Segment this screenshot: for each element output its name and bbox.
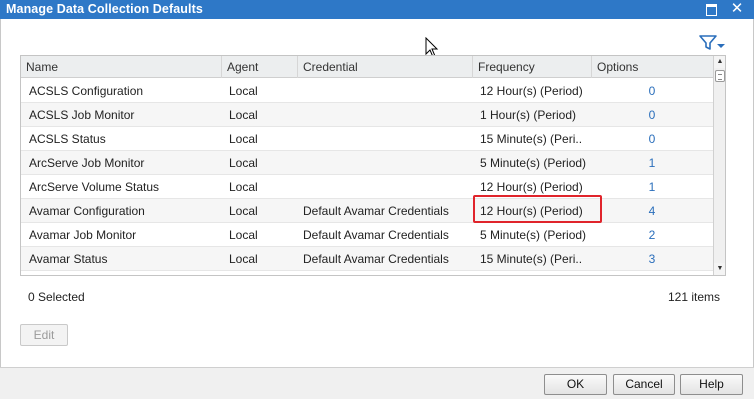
cell-credential: Default Avamar Credentials: [303, 252, 449, 266]
column-header-name[interactable]: Name: [21, 56, 222, 78]
cell-agent: Local: [229, 156, 258, 170]
item-count: 121 items: [667, 290, 720, 304]
cell-frequency: 12 Hour(s) (Period): [480, 204, 583, 218]
ok-button[interactable]: OK: [544, 374, 607, 395]
title-bar: Manage Data Collection Defaults ✕: [0, 0, 754, 19]
cell-credential: Default Avamar Credentials: [303, 228, 449, 242]
cell-agent: Local: [229, 180, 258, 194]
table-row[interactable]: ArcServe Volume Status Local 12 Hour(s) …: [21, 175, 713, 199]
dialog-button-bar: OK Cancel Help: [0, 367, 754, 399]
cell-agent: Local: [229, 228, 258, 242]
cell-options-link[interactable]: 4: [597, 199, 707, 223]
cell-frequency: 5 Minute(s) (Period): [480, 156, 587, 170]
cell-name: ArcServe Volume Status: [29, 180, 160, 194]
cell-name: Avamar Job Monitor: [29, 228, 137, 242]
window-title: Manage Data Collection Defaults: [6, 2, 203, 16]
cell-frequency: 15 Minute(s) (Peri..: [480, 132, 583, 146]
cell-frequency: 12 Hour(s) (Period): [480, 84, 583, 98]
column-header-agent[interactable]: Agent: [222, 56, 298, 78]
edit-button[interactable]: Edit: [20, 324, 68, 346]
cell-options-link[interactable]: 1: [597, 151, 707, 175]
cell-options-link[interactable]: 0: [597, 127, 707, 151]
cell-credential: [303, 151, 471, 175]
column-header-options[interactable]: Options: [592, 56, 713, 78]
selected-count: 0 Selected: [28, 290, 85, 304]
table-row[interactable]: ACSLS Status Local 15 Minute(s) (Peri.. …: [21, 127, 713, 151]
data-collection-grid: Name Agent Credential Frequency Options …: [20, 55, 726, 276]
cell-options-link[interactable]: 1: [597, 175, 707, 199]
cell-frequency: 15 Minute(s) (Peri..: [480, 252, 583, 266]
column-header-credential[interactable]: Credential: [298, 56, 473, 78]
table-row[interactable]: ArcServe Job Monitor Local 5 Minute(s) (…: [21, 151, 713, 175]
cell-options-link[interactable]: 3: [597, 247, 707, 271]
cell-name: ArcServe Job Monitor: [29, 156, 145, 170]
cell-name: Avamar Status: [29, 252, 108, 266]
scroll-down-icon[interactable]: ▼: [714, 263, 725, 275]
cell-name: ACSLS Status: [29, 132, 106, 146]
cell-agent: Local: [229, 204, 258, 218]
cell-credential: Default Avamar Credentials: [303, 204, 449, 218]
cell-agent: Local: [229, 84, 258, 98]
grid-header: Name Agent Credential Frequency Options: [21, 56, 713, 78]
filter-icon[interactable]: [698, 33, 726, 51]
table-row[interactable]: ACSLS Configuration Local 12 Hour(s) (Pe…: [21, 79, 713, 103]
cell-credential: [303, 127, 471, 151]
vertical-scrollbar[interactable]: ▲ ▼: [713, 56, 725, 275]
cell-name: Avamar Configuration: [29, 204, 145, 218]
table-row[interactable]: Avamar Job Monitor Local Default Avamar …: [21, 223, 713, 247]
table-row[interactable]: Avamar Status Local Default Avamar Crede…: [21, 247, 713, 271]
close-icon[interactable]: ✕: [730, 1, 744, 16]
grid-rows: ACSLS Configuration Local 12 Hour(s) (Pe…: [21, 79, 713, 271]
table-row[interactable]: Avamar Configuration Local Default Avama…: [21, 199, 713, 223]
column-header-frequency[interactable]: Frequency: [473, 56, 592, 78]
cell-agent: Local: [229, 132, 258, 146]
cell-frequency: 5 Minute(s) (Period): [480, 228, 587, 242]
cancel-button[interactable]: Cancel: [613, 374, 675, 395]
cell-options-link[interactable]: 0: [597, 79, 707, 103]
cell-frequency: 12 Hour(s) (Period): [480, 180, 583, 194]
cell-options-link[interactable]: 2: [597, 223, 707, 247]
cell-agent: Local: [229, 108, 258, 122]
maximize-icon[interactable]: [704, 2, 718, 16]
cell-name: ACSLS Configuration: [29, 84, 144, 98]
scroll-thumb[interactable]: [715, 70, 725, 82]
cell-name: ACSLS Job Monitor: [29, 108, 135, 122]
cell-credential: [303, 79, 471, 103]
cell-frequency: 1 Hour(s) (Period): [480, 108, 577, 122]
table-row[interactable]: ACSLS Job Monitor Local 1 Hour(s) (Perio…: [21, 103, 713, 127]
cell-credential: [303, 103, 471, 127]
cell-options-link[interactable]: 0: [597, 103, 707, 127]
help-button[interactable]: Help: [680, 374, 743, 395]
scroll-up-icon[interactable]: ▲: [714, 56, 725, 68]
cell-agent: Local: [229, 252, 258, 266]
cell-credential: [303, 175, 471, 199]
